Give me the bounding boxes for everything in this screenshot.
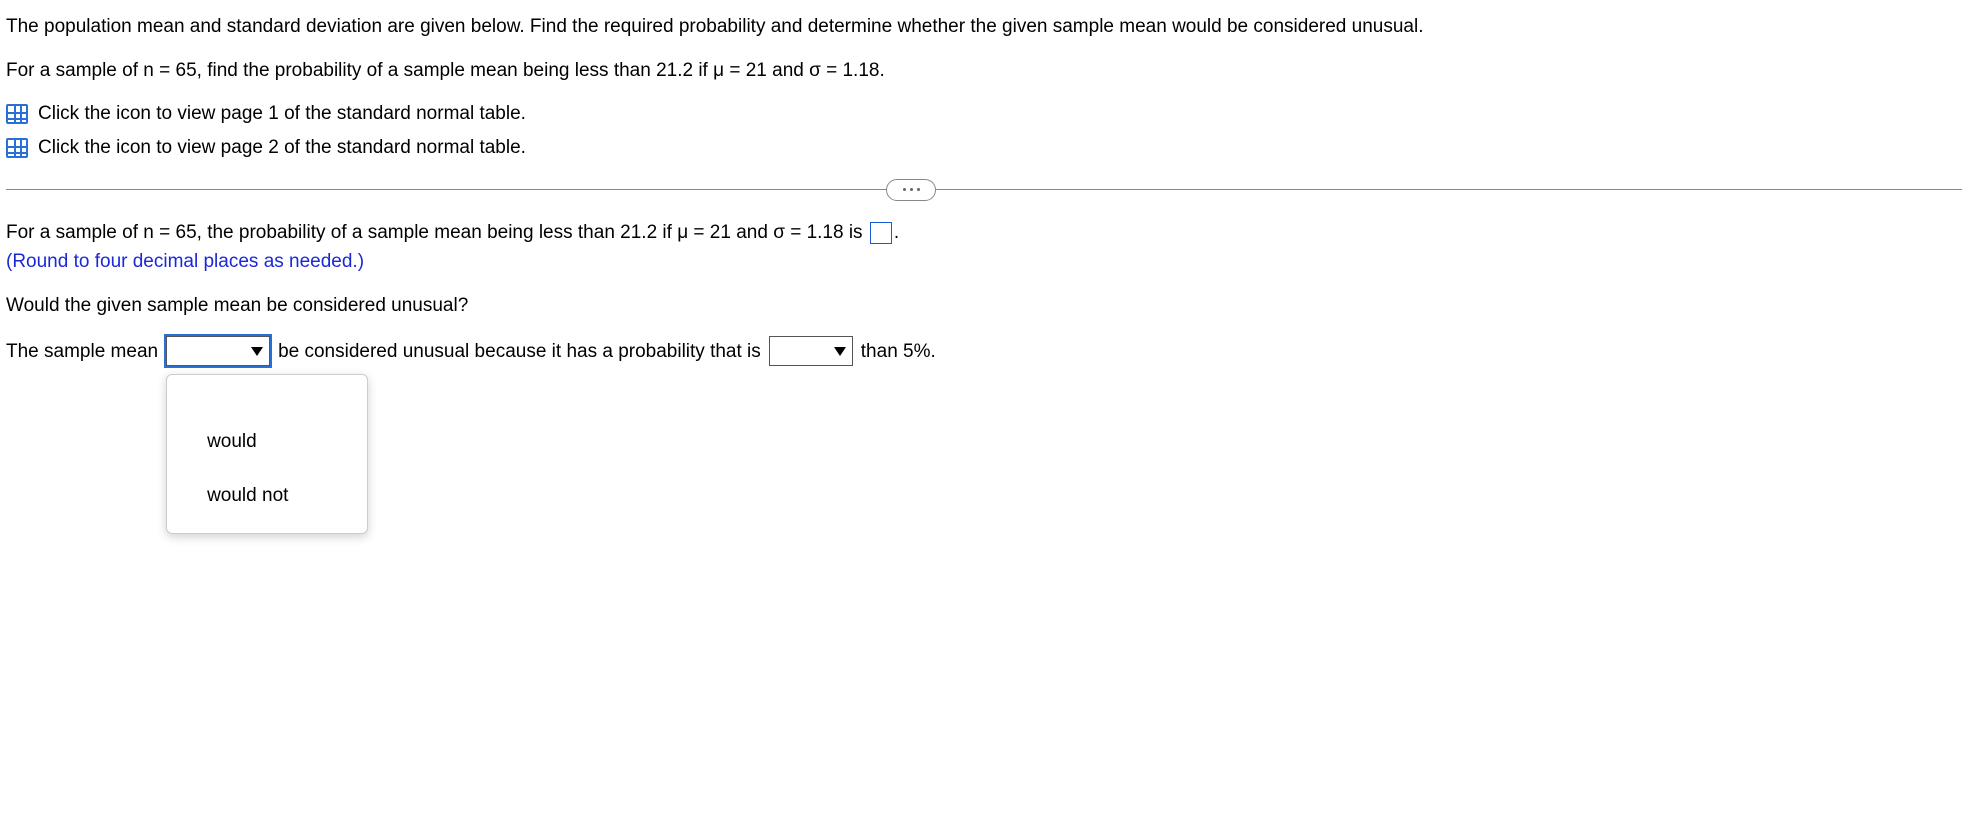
sentence-part-3: than 5%. xyxy=(861,339,936,365)
question-unusual: Would the given sample mean be considere… xyxy=(6,293,1962,319)
dropdown-would-panel: would would not xyxy=(166,374,368,533)
dropdown-compare[interactable] xyxy=(769,336,853,366)
chevron-down-icon xyxy=(834,347,846,356)
link-row-page1: Click the icon to view page 1 of the sta… xyxy=(6,101,1962,127)
sentence-part-1: The sample mean xyxy=(6,339,158,365)
expand-pill[interactable] xyxy=(886,179,936,201)
answer-suffix: . xyxy=(894,222,899,243)
divider xyxy=(6,189,1962,190)
table-icon[interactable] xyxy=(6,138,28,158)
divider-line xyxy=(6,189,1962,190)
answer-prefix: For a sample of n = 65, the probability … xyxy=(6,222,863,243)
chevron-down-icon xyxy=(251,347,263,356)
dropdown-would[interactable] xyxy=(166,336,270,366)
rounding-note: (Round to four decimal places as needed.… xyxy=(6,249,1962,275)
dropdown-option-would-not[interactable]: would not xyxy=(167,469,367,523)
link-row-page2: Click the icon to view page 2 of the sta… xyxy=(6,135,1962,161)
probability-input[interactable] xyxy=(870,222,892,244)
problem-intro: The population mean and standard deviati… xyxy=(6,14,1962,40)
sentence-part-2: be considered unusual because it has a p… xyxy=(278,339,761,365)
link-text-page2[interactable]: Click the icon to view page 2 of the sta… xyxy=(38,135,526,161)
answer-sentence: The sample mean would would not be consi… xyxy=(6,336,1962,366)
table-icon[interactable] xyxy=(6,104,28,124)
answer-line-1: For a sample of n = 65, the probability … xyxy=(6,220,1962,246)
link-text-page1[interactable]: Click the icon to view page 1 of the sta… xyxy=(38,101,526,127)
problem-setup: For a sample of n = 65, find the probabi… xyxy=(6,58,1962,84)
dropdown-option-would[interactable]: would xyxy=(167,415,367,469)
